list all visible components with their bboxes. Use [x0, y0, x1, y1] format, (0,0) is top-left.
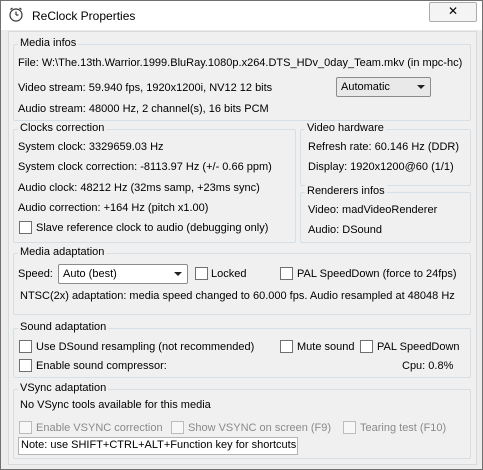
clock-icon — [8, 6, 24, 22]
sound-compressor-label[interactable]: Enable sound compressor: — [36, 360, 167, 372]
file-path: File: W:\The.13th.Warrior.1999.BluRay.10… — [18, 57, 463, 69]
show-vsync-checkbox[interactable] — [171, 421, 184, 434]
media-adaptation-legend: Media adaptation — [18, 246, 107, 258]
vsync-status: No VSync tools available for this media — [20, 399, 211, 411]
clocks-correction-legend: Clocks correction — [18, 122, 107, 134]
mode-select-value: Automatic — [341, 81, 390, 93]
reclock-properties-window: ReClock Properties ✕ Media infos File: W… — [0, 0, 483, 470]
title-bar[interactable]: ReClock Properties ✕ — [1, 1, 482, 30]
close-icon: ✕ — [447, 4, 459, 18]
pal-speeddown-24fps-checkbox[interactable] — [280, 267, 293, 280]
close-button[interactable]: ✕ — [429, 2, 477, 22]
slave-clock-label[interactable]: Slave reference clock to audio (debuggin… — [36, 222, 268, 234]
locked-label[interactable]: Locked — [211, 268, 246, 280]
speed-select[interactable]: Auto (best) — [58, 264, 188, 284]
vsync-adaptation-group: VSync adaptation No VSync tools availabl… — [13, 382, 471, 459]
system-clock-correction: System clock correction: -8113.97 Hz (+/… — [18, 161, 272, 173]
video-renderer: Video: madVideoRenderer — [308, 204, 438, 216]
sound-adaptation-group: Sound adaptation Use DSound resampling (… — [13, 321, 471, 378]
locked-checkbox[interactable] — [195, 267, 208, 280]
media-adaptation-group: Media adaptation Speed: Auto (best) Lock… — [13, 246, 471, 315]
sound-pal-speeddown-checkbox[interactable] — [360, 340, 373, 353]
renderers-infos-group: Renderers infos Video: madVideoRenderer … — [300, 185, 471, 243]
client-area: Media infos File: W:\The.13th.Warrior.19… — [8, 31, 477, 465]
audio-correction: Audio correction: +164 Hz (pitch x1.00) — [18, 202, 209, 214]
mute-sound-label[interactable]: Mute sound — [297, 341, 354, 353]
video-hardware-legend: Video hardware — [305, 122, 386, 134]
pal-speeddown-24fps-label[interactable]: PAL SpeedDown (force to 24fps) — [297, 268, 457, 280]
system-clock: System clock: 3329659.03 Hz — [18, 141, 164, 153]
adaptation-status: NTSC(2x) adaptation: media speed changed… — [20, 290, 455, 302]
shortcut-note-box: Note: use SHIFT+CTRL+ALT+Function key fo… — [18, 437, 298, 455]
media-infos-legend: Media infos — [18, 37, 79, 49]
chevron-down-icon — [417, 85, 425, 89]
video-hardware-group: Video hardware Refresh rate: 60.146 Hz (… — [300, 122, 471, 186]
sound-adaptation-legend: Sound adaptation — [18, 321, 109, 333]
clocks-correction-group: Clocks correction System clock: 3329659.… — [13, 122, 296, 243]
refresh-rate: Refresh rate: 60.146 Hz (DDR) — [308, 141, 459, 153]
dsound-resampling-checkbox[interactable] — [19, 340, 32, 353]
tearing-test-checkbox[interactable] — [343, 421, 356, 434]
audio-renderer: Audio: DSound — [308, 224, 382, 236]
audio-clock: Audio clock: 48212 Hz (32ms samp, +23ms … — [18, 182, 260, 194]
window-title: ReClock Properties — [32, 9, 136, 23]
display-mode: Display: 1920x1200@60 (1/1) — [308, 161, 454, 173]
mute-sound-checkbox[interactable] — [280, 340, 293, 353]
video-stream-info: Video stream: 59.940 fps, 1920x1200i, NV… — [18, 82, 273, 94]
tearing-test-label[interactable]: Tearing test (F10) — [360, 422, 446, 434]
chevron-down-icon — [174, 272, 182, 276]
speed-select-value: Auto (best) — [63, 268, 117, 280]
mode-select[interactable]: Automatic — [336, 77, 431, 97]
audio-stream-info: Audio stream: 48000 Hz, 2 channel(s), 16… — [18, 103, 269, 115]
shortcut-note: Note: use SHIFT+CTRL+ALT+Function key fo… — [21, 439, 297, 451]
media-infos-group: Media infos File: W:\The.13th.Warrior.19… — [13, 37, 471, 121]
dsound-resampling-label[interactable]: Use DSound resampling (not recommended) — [36, 341, 254, 353]
renderers-infos-legend: Renderers infos — [305, 185, 387, 197]
cpu-usage: Cpu: 0.8% — [402, 360, 454, 372]
enable-vsync-label[interactable]: Enable VSYNC correction — [36, 422, 163, 434]
sound-compressor-checkbox[interactable] — [19, 359, 32, 372]
speed-label: Speed: — [18, 268, 53, 280]
vsync-adaptation-legend: VSync adaptation — [18, 382, 109, 394]
enable-vsync-checkbox[interactable] — [19, 421, 32, 434]
slave-clock-checkbox[interactable] — [19, 221, 32, 234]
show-vsync-label[interactable]: Show VSYNC on screen (F9) — [188, 422, 331, 434]
sound-pal-speeddown-label[interactable]: PAL SpeedDown — [377, 341, 460, 353]
